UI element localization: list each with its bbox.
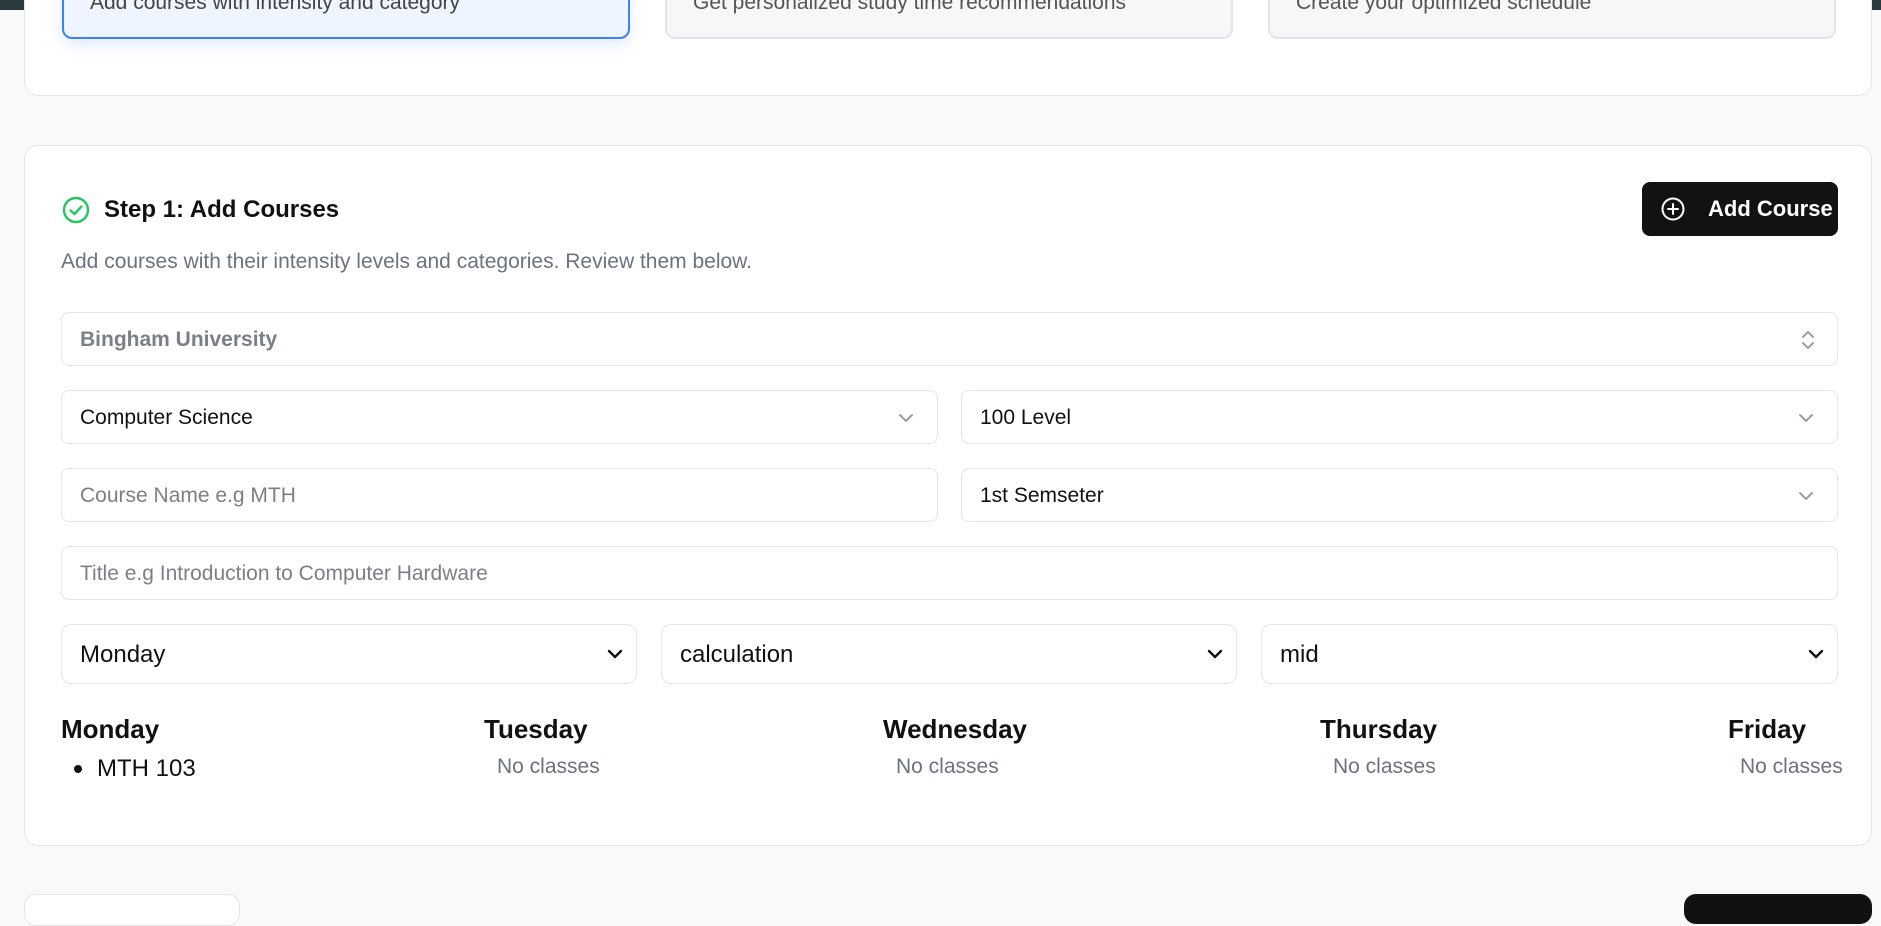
day-empty-text: No classes — [1740, 755, 1843, 778]
day-title-friday: Friday — [1728, 714, 1807, 744]
add-course-button[interactable]: Add Course — [1642, 182, 1838, 236]
day-select[interactable]: Monday — [61, 624, 637, 684]
course-title-placeholder: Title e.g Introduction to Computer Hardw… — [80, 562, 488, 585]
category-value: calculation — [680, 641, 794, 668]
previous-button[interactable] — [24, 894, 240, 926]
course-name-input[interactable]: Course Name e.g MTH — [61, 468, 938, 522]
intensity-value: mid — [1280, 641, 1319, 668]
list-item: MTH 103 — [97, 755, 196, 782]
chevron-down-icon — [1808, 649, 1824, 659]
semester-select[interactable]: 1st Semseter — [961, 468, 1838, 522]
add-course-label: Add Course — [1708, 196, 1833, 221]
section-title: Step 1: Add Courses — [104, 196, 340, 223]
day-title-monday: Monday — [61, 714, 160, 744]
step-tile-schedule[interactable]: Create your optimized schedule — [1268, 0, 1836, 39]
day-empty-text: No classes — [1333, 755, 1436, 778]
list-bullet — [74, 765, 82, 773]
plus-circle-icon — [1661, 197, 1685, 221]
university-select[interactable]: Bingham University — [61, 312, 1838, 366]
next-button[interactable] — [1684, 894, 1872, 924]
course-name-placeholder: Course Name e.g MTH — [80, 484, 296, 507]
steps-overview-card: Add courses with intensity and category … — [24, 0, 1872, 96]
chevron-down-icon — [1799, 414, 1813, 422]
day-empty-text: No classes — [896, 755, 999, 778]
section-description: Add courses with their intensity levels … — [61, 250, 753, 273]
department-select[interactable]: Computer Science — [61, 390, 938, 444]
university-value: Bingham University — [80, 328, 278, 351]
course-title-input[interactable]: Title e.g Introduction to Computer Hardw… — [61, 546, 1838, 600]
step-tile-recommendations[interactable]: Get personalized study time recommendati… — [665, 0, 1233, 39]
step-tile-label: Get personalized study time recommendati… — [693, 0, 1127, 14]
level-value: 100 Level — [980, 406, 1072, 429]
level-select[interactable]: 100 Level — [961, 390, 1838, 444]
day-title-tuesday: Tuesday — [484, 714, 588, 744]
chevron-down-icon — [899, 414, 913, 422]
day-title-thursday: Thursday — [1320, 714, 1438, 744]
step-tile-add-courses[interactable]: Add courses with intensity and category — [62, 0, 630, 39]
semester-value: 1st Semseter — [980, 484, 1104, 507]
day-value: Monday — [80, 641, 166, 668]
step-tile-label: Create your optimized schedule — [1296, 0, 1592, 14]
intensity-select[interactable]: mid — [1261, 624, 1838, 684]
chevrons-up-down-icon — [1802, 331, 1814, 349]
day-title-wednesday: Wednesday — [883, 714, 1028, 744]
check-circle-icon — [62, 196, 90, 224]
department-value: Computer Science — [80, 406, 253, 429]
chevron-down-icon — [1207, 649, 1223, 659]
day-empty-text: No classes — [497, 755, 600, 778]
category-select[interactable]: calculation — [661, 624, 1237, 684]
chevron-down-icon — [1799, 492, 1813, 500]
step-tile-label: Add courses with intensity and category — [90, 0, 461, 14]
chevron-down-icon — [607, 649, 623, 659]
add-courses-card: Step 1: Add Courses Add courses with the… — [24, 145, 1872, 846]
